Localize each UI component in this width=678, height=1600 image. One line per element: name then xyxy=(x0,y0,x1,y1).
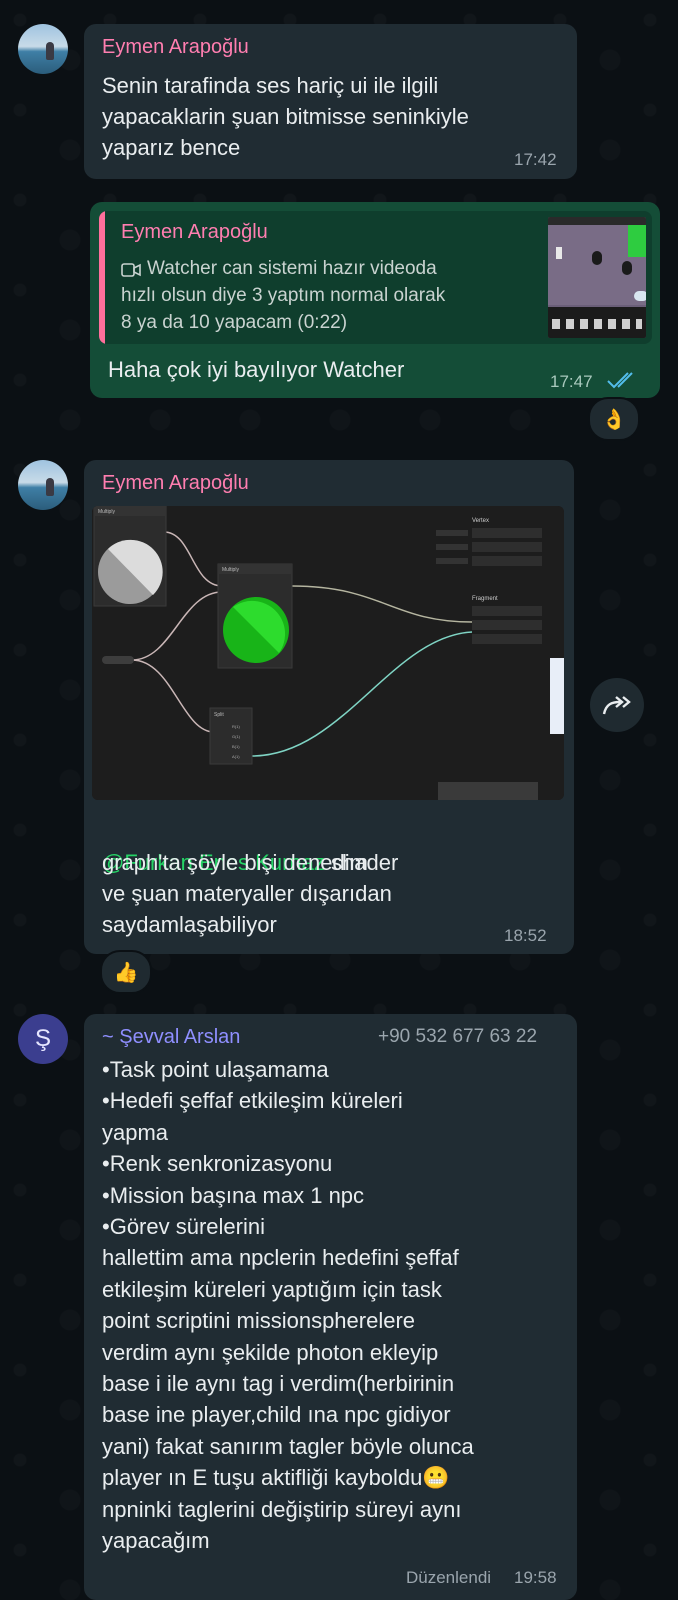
fragment-label: Fragment xyxy=(472,596,498,602)
message-time: 18:52 xyxy=(504,926,547,945)
sender-name: ~ Şevval Arslan xyxy=(102,1026,241,1048)
read-receipt-icon xyxy=(607,372,633,389)
svg-text:G(1): G(1) xyxy=(232,734,241,739)
message-time: 19:58 xyxy=(514,1568,557,1587)
shader-graph-canvas: Multiply Multiply Split R(1) G(1) B(1) A… xyxy=(92,506,564,800)
node-c-title: Split xyxy=(214,712,224,718)
forward-icon xyxy=(602,696,631,715)
quoted-message[interactable]: Eymen Arapoğlu Watcher can sistemi hazır… xyxy=(99,211,652,344)
reaction-badge[interactable]: 👌 xyxy=(588,397,640,441)
message-bubble-1[interactable]: Eymen Arapoğlu Senin tarafinda ses hariç… xyxy=(84,24,577,179)
avatar-figure xyxy=(46,42,54,60)
message-text: •Task point ulaşamama •Hedefi şeffaf etk… xyxy=(102,1057,474,1554)
avatar-figure xyxy=(46,478,54,496)
svg-text:A(1): A(1) xyxy=(232,754,240,759)
message-time: 17:47 xyxy=(550,372,593,391)
avatar[interactable] xyxy=(18,460,68,510)
sender-phone: +90 532 677 63 22 xyxy=(378,1026,538,1047)
node-b-title: Multiply xyxy=(222,567,239,573)
node-a-title: Multiply xyxy=(98,509,115,515)
sender-name: Eymen Arapoğlu xyxy=(102,472,249,494)
message-time: 17:42 xyxy=(514,150,557,169)
forward-button[interactable] xyxy=(590,678,644,732)
quote-sender: Eymen Arapoğlu xyxy=(121,221,268,243)
shader-graph-image[interactable]: Multiply Multiply Split R(1) G(1) B(1) A… xyxy=(92,506,564,800)
sender-name: Eymen Arapoğlu xyxy=(102,36,249,58)
video-thumbnail xyxy=(548,217,646,338)
message-text-rest: graph'ta şöyle bişi denedim ve şuan mate… xyxy=(102,850,392,937)
reaction-badge[interactable]: 👍 xyxy=(100,950,152,994)
message-text: Senin tarafinda ses hariç ui ile ilgili … xyxy=(102,73,469,160)
message-text: Haha çok iyi bayılıyor Watcher xyxy=(108,357,405,382)
quote-bar xyxy=(99,211,105,344)
quote-text: Watcher can sistemi hazır videoda hızlı … xyxy=(121,258,446,333)
message-bubble-4[interactable]: ~ Şevval Arslan +90 532 677 63 22 •Task … xyxy=(84,1014,577,1600)
edited-label: Düzenlendi xyxy=(406,1568,492,1587)
avatar[interactable]: Ş xyxy=(18,1014,68,1064)
vertex-label: Vertex xyxy=(472,518,489,524)
avatar[interactable] xyxy=(18,24,68,74)
svg-text:R(1): R(1) xyxy=(232,724,240,729)
svg-text:B(1): B(1) xyxy=(232,744,240,749)
